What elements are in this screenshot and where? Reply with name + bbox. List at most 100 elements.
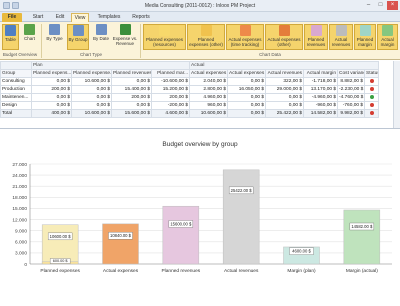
x-tick-label: Actual revenues <box>224 268 259 274</box>
table-cell: -4.760,00 $ <box>337 93 366 102</box>
by-date-button[interactable]: By Date <box>91 24 111 50</box>
planned-margin-icon <box>359 25 371 36</box>
group-by-group-icon <box>72 25 84 36</box>
table-row[interactable]: Maintenen... 0,00 $0,00 $200,00 $200,00 $… <box>0 93 380 102</box>
chart-icon <box>24 24 35 35</box>
expense-vs-revenue-icon <box>119 24 131 35</box>
actual-expenses-time-label: Actual expenses (time tracking) <box>228 37 262 47</box>
table-cell: 2.040,00 $ <box>189 77 229 86</box>
table-cell: 400,00 $ <box>31 109 72 118</box>
band-header-row: Plan Actual <box>0 61 380 70</box>
status-cell <box>364 77 380 86</box>
tab-templates[interactable]: Templates <box>95 13 123 22</box>
column-header[interactable]: Planned revenues <box>111 69 152 78</box>
close-icon[interactable]: × <box>387 1 398 10</box>
bar-4 <box>222 169 260 265</box>
group-label-chart-data: Chart Data <box>259 52 281 57</box>
table-row[interactable]: Production 200,00 $0,00 $15.400,00 $15.20… <box>0 85 380 94</box>
ribbon: Table Chart By Type By Group By Date Exp… <box>0 22 400 60</box>
status-cell <box>364 85 380 94</box>
budget-table: Plan Actual Group Planned expens... Planne… <box>0 61 400 129</box>
table-cell: 0,00 $ <box>31 101 72 110</box>
actual-revenues-label: Actual revenues <box>331 37 351 47</box>
expense-vs-revenue-label: Expense vs. Revenue <box>112 36 138 46</box>
chart-panel: Budget overview by group 0 3.000 6.000 9.00… <box>0 130 400 306</box>
table-cell: Design <box>0 101 32 110</box>
tab-file[interactable]: File <box>2 13 22 22</box>
table-cell: -2.230,00 $ <box>337 85 366 94</box>
status-indicator <box>369 94 374 99</box>
status-indicator <box>369 110 374 115</box>
column-header[interactable]: Group <box>0 69 32 78</box>
column-header-row: Group Planned expens... Planned expense...… <box>0 69 380 78</box>
actual-expenses-other-label: Actual expenses (other) <box>267 37 301 47</box>
x-tick-label: Actual expenses <box>103 268 139 274</box>
column-header[interactable]: Planned expense... <box>71 69 112 78</box>
planned-expenses-resources-button[interactable]: Planned expenses (resources) <box>143 24 186 50</box>
by-group-button[interactable]: By Group <box>67 24 89 50</box>
table-cell: -10.600,00 $ <box>150 77 191 86</box>
y-tick-label: 6.000 <box>15 240 27 246</box>
column-header[interactable]: Planned mar... <box>150 69 191 78</box>
table-cell: 0,00 $ <box>31 77 72 86</box>
actual-margin-button[interactable]: Actual margin <box>377 24 398 50</box>
status-indicator <box>369 86 374 91</box>
y-tick-label: 3.000 <box>15 251 27 257</box>
table-cell: Maintenen... <box>0 93 32 102</box>
by-group-label: By Group <box>68 37 88 42</box>
column-header[interactable]: Actual revenues <box>265 69 305 78</box>
planned-revenues-icon <box>310 25 322 36</box>
planned-margin-button[interactable]: Planned margin <box>354 24 376 50</box>
table-cell: Consulting <box>0 77 32 86</box>
column-header[interactable]: Actual expenses <box>189 69 229 78</box>
x-tick-label: Margin (plan) <box>287 268 316 274</box>
y-tick-label: 12.000 <box>12 217 27 223</box>
table-cell: 4.960,00 $ <box>189 93 229 102</box>
planned-expenses-resources-label: Planned expenses (resources) <box>145 37 184 47</box>
table-row[interactable]: Design 0,00 $0,00 $0,00 $ -200,00 $960,00 … <box>0 101 380 110</box>
table-cell: 0,00 $ <box>265 93 305 102</box>
table-cell: 15.400,00 $ <box>111 85 152 94</box>
expense-vs-revenue-button[interactable]: Expense vs. Revenue <box>112 24 138 50</box>
ribbon-tabs: File Start Edit View Templates Reports <box>0 12 400 22</box>
by-type-button[interactable]: By Type <box>44 24 65 50</box>
table-cell: 2.800,00 $ <box>189 85 229 94</box>
tab-start[interactable]: Start <box>30 13 46 22</box>
chart-view-button[interactable]: Chart <box>21 24 38 50</box>
table-button-label: Table <box>5 37 16 42</box>
planned-revenues-button[interactable]: Planned revenues <box>304 24 328 50</box>
column-header[interactable]: Planned expens... <box>31 69 72 78</box>
column-header[interactable]: Cost variance... <box>337 69 366 78</box>
table-view-button[interactable]: Table <box>2 24 19 50</box>
table-cell: 13.170,00 $ <box>303 85 339 94</box>
by-type-label: By Type <box>46 36 63 41</box>
actual-revenues-button[interactable]: Actual revenues <box>329 24 353 50</box>
minimize-icon[interactable]: – <box>363 1 374 10</box>
column-header[interactable]: Status <box>364 69 380 78</box>
data-label: 25422.00 $ <box>231 188 253 193</box>
actual-expenses-other-button[interactable]: Actual expenses (other) <box>265 24 303 50</box>
column-header[interactable]: Actual expenses <box>227 69 267 78</box>
table-row[interactable]: Consulting 0,00 $10.600,00 $0,00 $ -10.600… <box>0 77 380 86</box>
planned-expenses-other-button[interactable]: Planned expenses (other) <box>187 24 225 50</box>
tab-edit[interactable]: Edit <box>52 13 68 22</box>
band-actual: Actual <box>189 61 380 70</box>
table-cell: Total <box>0 109 32 118</box>
status-indicator <box>369 78 374 83</box>
chart-button-label: Chart <box>23 36 35 41</box>
group-by-type-icon <box>49 24 60 35</box>
y-tick-label: 21.000 <box>12 184 27 190</box>
maximize-icon[interactable]: □ <box>375 1 386 10</box>
status-cell <box>364 101 380 110</box>
y-tick-label: 15.000 <box>12 206 27 212</box>
grid-body: Consulting 0,00 $10.600,00 $0,00 $ -10.600… <box>0 77 380 118</box>
data-label: 4600.00 $ <box>292 249 311 254</box>
table-row[interactable]: Total 400,00 $10.600,00 $15.600,00 $4.600… <box>0 109 380 118</box>
actual-expenses-time-button[interactable]: Actual expenses (time tracking) <box>226 24 264 50</box>
tab-reports[interactable]: Reports <box>130 13 152 22</box>
vertical-scrollbar[interactable] <box>393 61 400 128</box>
column-header[interactable]: Actual margin <box>303 69 339 78</box>
tab-view[interactable]: View <box>71 13 89 22</box>
table-cell: 25.422,00 $ <box>265 109 305 118</box>
actual-margin-label: Actual margin <box>380 37 395 47</box>
